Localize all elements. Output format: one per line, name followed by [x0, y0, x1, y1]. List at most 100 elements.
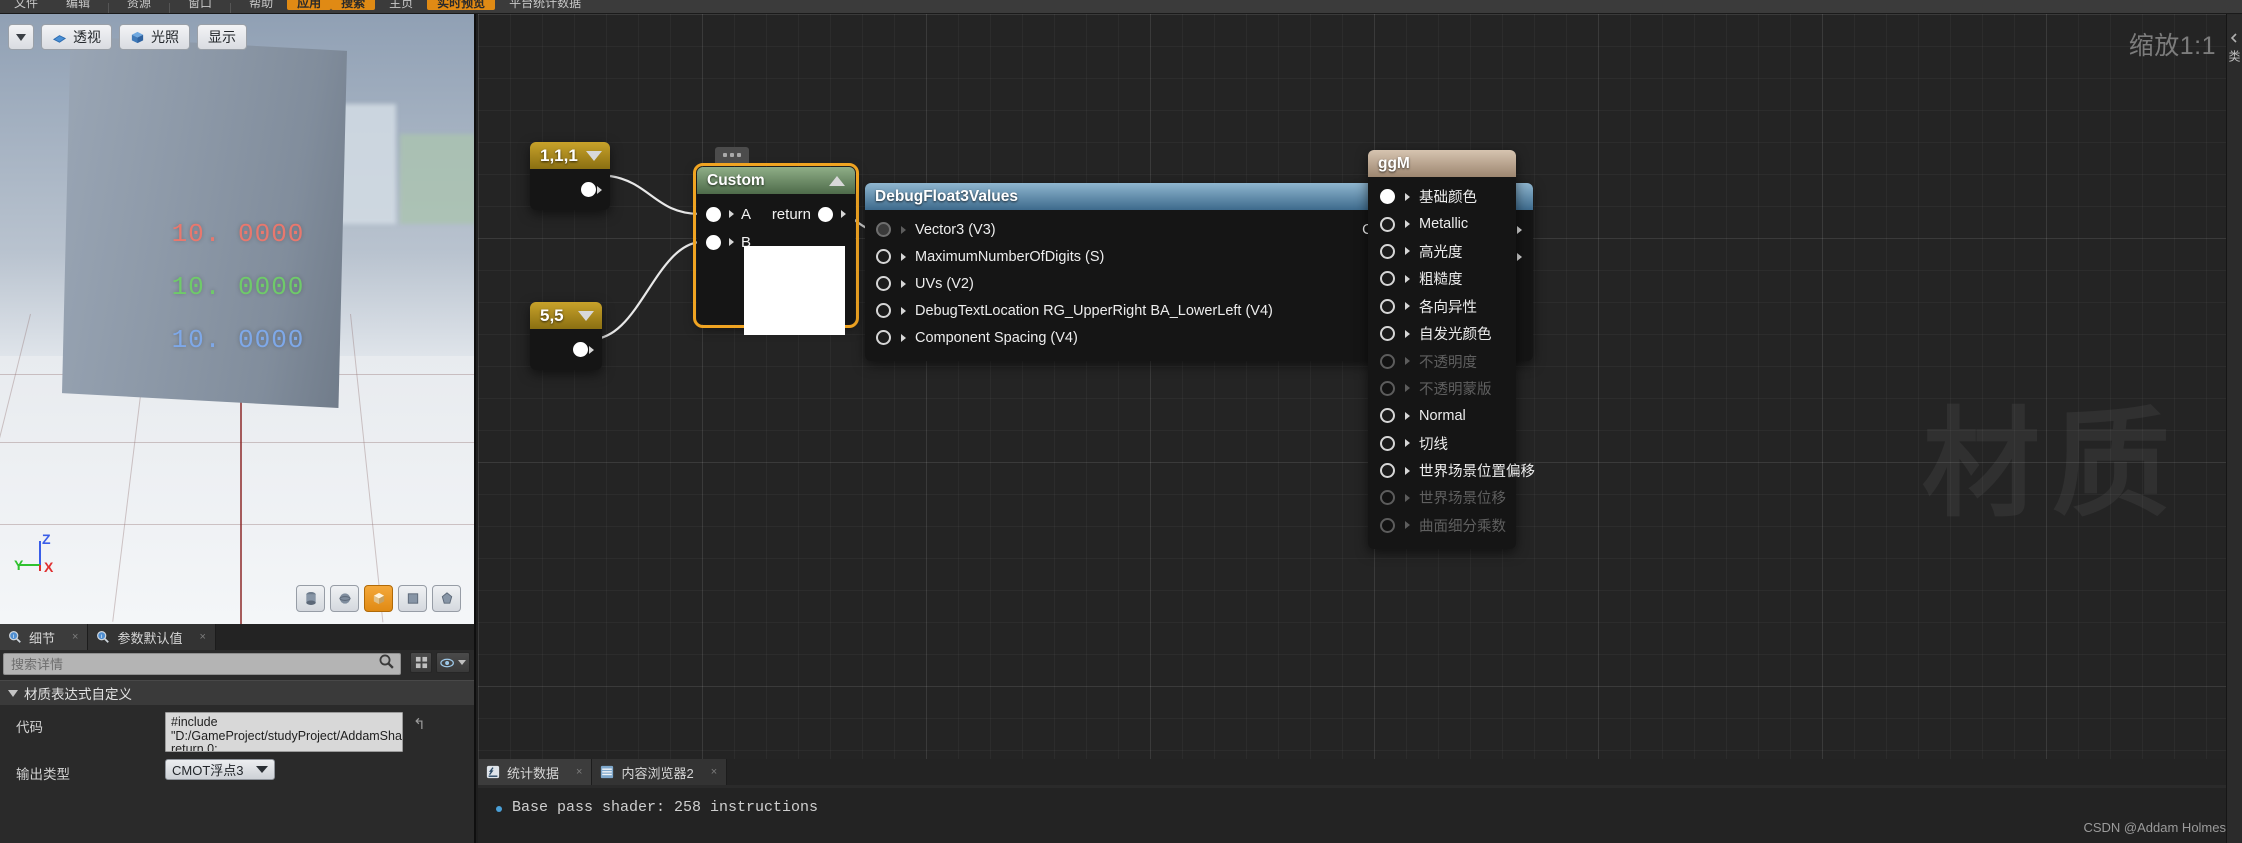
node-header[interactable]: Custom	[697, 167, 855, 194]
input-pin[interactable]	[706, 234, 721, 250]
menu-item-asset[interactable]: 资源	[113, 0, 165, 10]
pin-label-uvs: UVs (V2)	[915, 275, 974, 292]
viewport-primitive-plane[interactable]	[398, 585, 427, 612]
input-pin[interactable]	[876, 330, 891, 345]
input-pin[interactable]	[1380, 189, 1395, 205]
input-pin[interactable]	[876, 303, 891, 318]
node-custom[interactable]: Custom A return B	[693, 147, 859, 335]
viewport-background-building	[400, 134, 474, 224]
pin-label-base-color: 基础颜色	[1419, 190, 1477, 207]
section-header-material-expression-custom[interactable]: 材质表达式自定义	[0, 680, 474, 705]
node-pin-row-roughness: 粗糙度	[1368, 265, 1516, 292]
viewport-primitive-sphere[interactable]	[330, 585, 359, 612]
right-side-strip[interactable]: 类	[2226, 14, 2242, 843]
eye-visibility-icon[interactable]	[436, 652, 470, 673]
tab-content-browser-2-label: 内容浏览器2	[621, 765, 694, 781]
triangle-down-icon[interactable]	[586, 150, 602, 161]
stats-tab-row[interactable]: 统计数据 × 内容浏览器2 ×	[478, 759, 2242, 785]
node-pin-row-normal: Normal	[1368, 402, 1516, 429]
viewport-primitive-cylinder[interactable]	[296, 585, 325, 612]
details-tool-buttons[interactable]	[410, 652, 470, 673]
magnifier-info-icon: i	[8, 630, 22, 644]
pin-label-roughness: 粗糙度	[1419, 272, 1463, 289]
output-type-dropdown[interactable]: CMOT浮点3	[165, 759, 275, 780]
tab-parameter-defaults[interactable]: i 参数默认值 ×	[88, 624, 216, 650]
search-icon[interactable]	[378, 653, 396, 675]
viewport-toolbar[interactable]: 透视 光照 显示	[8, 24, 247, 50]
tab-close-icon[interactable]: ×	[199, 631, 205, 643]
node-pin-row-opacity: 不透明度	[1368, 347, 1516, 374]
node-header[interactable]: 5,5	[530, 302, 602, 329]
input-pin[interactable]	[876, 222, 891, 237]
node-header[interactable]: 1,1,1	[530, 142, 610, 169]
input-pin[interactable]	[706, 206, 721, 222]
input-pin[interactable]	[1380, 271, 1395, 287]
node-material-output[interactable]: ggM 基础颜色 Metallic 高光度 粗糙度 各向异性 自发光颜色 不透明…	[1368, 150, 1535, 550]
node-body	[530, 169, 610, 210]
input-pin[interactable]	[1380, 408, 1395, 424]
grid-view-icon[interactable]	[410, 652, 432, 673]
viewport-show-button[interactable]: 显示	[197, 24, 247, 50]
tab-details[interactable]: i 细节 ×	[0, 624, 89, 650]
output-pin[interactable]	[573, 342, 588, 357]
menu-item-window[interactable]: 窗口	[174, 0, 226, 10]
toolbar-platform-stats-button[interactable]: 平台统计数据	[495, 0, 595, 10]
node-comment-handle[interactable]	[715, 147, 749, 163]
viewport-primitive-cube[interactable]	[364, 585, 393, 612]
tab-statistics[interactable]: 统计数据 ×	[478, 759, 593, 785]
chevron-left-icon[interactable]	[2229, 30, 2240, 43]
top-menu-bar[interactable]: 文件 编辑 资源 窗口 帮助 应用 搜索 主页 实时预览 平台统计数据	[0, 0, 2242, 14]
tab-content-browser-2[interactable]: 内容浏览器2 ×	[592, 759, 728, 785]
input-pin[interactable]	[1380, 298, 1395, 314]
node-constant-vector3[interactable]: 1,1,1	[530, 142, 610, 210]
output-pin[interactable]	[581, 182, 596, 197]
node-constant-vector2[interactable]: 5,5	[530, 302, 602, 370]
input-pin[interactable]	[1380, 216, 1395, 232]
toolbar-home-button[interactable]: 主页	[375, 0, 427, 10]
pin-arrow-icon	[901, 333, 906, 342]
right-strip-label[interactable]: 类	[2226, 50, 2242, 64]
input-pin[interactable]	[1380, 435, 1395, 451]
tab-close-icon[interactable]: ×	[72, 631, 78, 643]
details-tab-row[interactable]: i 细节 × i 参数默认值 ×	[0, 624, 474, 650]
viewport-primitive-buttons[interactable]	[296, 585, 461, 612]
viewport-lighting-button[interactable]: 光照	[119, 24, 190, 50]
pin-arrow-icon	[901, 306, 906, 315]
viewport-primitive-custom[interactable]	[432, 585, 461, 612]
viewport-options-button[interactable]	[8, 24, 34, 50]
triangle-down-icon[interactable]	[578, 310, 594, 321]
material-graph-canvas[interactable]: 缩放1:1 材质 1,1,1 5,5	[478, 14, 2242, 759]
tab-close-icon[interactable]: ×	[576, 766, 582, 778]
details-search-row[interactable]	[3, 653, 401, 675]
viewport-perspective-button[interactable]: 透视	[41, 24, 112, 50]
stats-list: Base pass shader: 258 instructions	[478, 788, 2242, 843]
revert-arrow-icon[interactable]: ↰	[413, 715, 426, 733]
input-pin[interactable]	[1380, 243, 1395, 259]
tab-close-icon[interactable]: ×	[711, 766, 717, 778]
viewport-perspective-label: 透视	[73, 29, 101, 45]
output-pin[interactable]	[818, 206, 833, 222]
toolbar-apply-button[interactable]: 应用	[287, 0, 332, 10]
pin-label-a: A	[741, 205, 752, 223]
input-pin[interactable]	[876, 276, 891, 291]
node-body: A return B	[697, 194, 855, 335]
pin-arrow-icon	[1405, 411, 1410, 420]
section-title: 材质表达式自定义	[24, 687, 132, 702]
pin-arrow-icon	[1405, 384, 1410, 393]
input-pin[interactable]	[1380, 463, 1395, 479]
menu-item-help[interactable]: 帮助	[235, 0, 287, 10]
pin-label-metallic: Metallic	[1419, 216, 1469, 233]
material-preview-viewport[interactable]: 10. 0000 10. 0000 10. 0000 透视 光照 显示 Z Y …	[0, 14, 476, 624]
menu-item-file[interactable]: 文件	[0, 0, 52, 10]
node-preview-swatch	[744, 246, 845, 335]
toolbar-search-button[interactable]: 搜索	[331, 0, 376, 10]
input-pin[interactable]	[1380, 326, 1395, 342]
toolbar-live-preview-button[interactable]: 实时预览	[427, 0, 496, 10]
search-input[interactable]	[4, 656, 378, 672]
pin-arrow-icon	[1405, 247, 1410, 256]
code-textarea[interactable]: #include "D:/GameProject/studyProject/Ad…	[165, 712, 403, 752]
node-header[interactable]: ggM	[1368, 150, 1516, 177]
menu-item-edit[interactable]: 编辑	[52, 0, 104, 10]
input-pin[interactable]	[876, 249, 891, 264]
triangle-up-icon[interactable]	[829, 175, 845, 186]
